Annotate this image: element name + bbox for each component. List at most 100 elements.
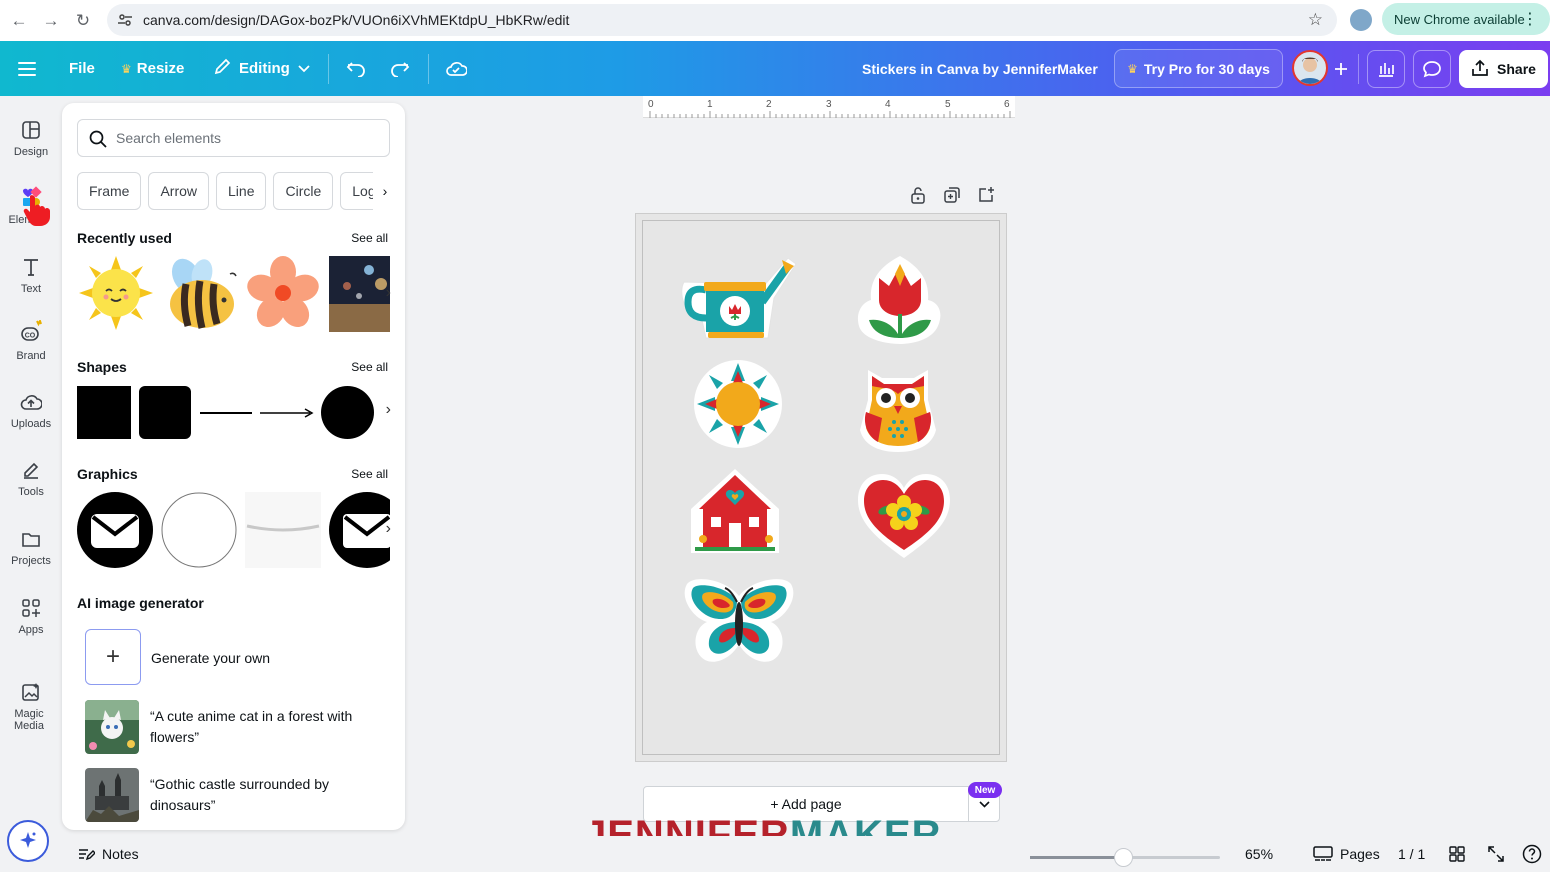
notes-button[interactable]: Notes: [77, 836, 139, 872]
brand-icon: CO: [21, 320, 42, 341]
zoom-slider[interactable]: [1030, 848, 1220, 867]
ruler-tick: 5: [945, 99, 951, 110]
recently-used-see-all[interactable]: See all: [351, 231, 388, 245]
elements-panel: Search elements Frame Arrow Line Circle Logo…: [62, 103, 405, 830]
profile-avatar[interactable]: [1350, 9, 1372, 31]
add-page-icon[interactable]: [977, 186, 995, 204]
user-avatar[interactable]: [1292, 50, 1328, 86]
tulip-sticker[interactable]: [857, 254, 943, 346]
sparkle-icon: [20, 832, 36, 848]
projects-icon: [22, 533, 40, 547]
generate-your-own-button[interactable]: +: [85, 629, 141, 685]
design-page[interactable]: [635, 213, 1007, 762]
outline-circle-graphic[interactable]: [161, 492, 237, 568]
shapes-row: [77, 385, 390, 441]
rail-item-brand[interactable]: CO Brand: [0, 320, 62, 362]
chip-circle[interactable]: Circle: [273, 172, 334, 210]
pages-button[interactable]: Pages: [1313, 836, 1380, 872]
forward-icon[interactable]: →: [38, 8, 64, 34]
rail-item-uploads[interactable]: Uploads: [0, 392, 62, 430]
envelope-circle-graphic-2[interactable]: [329, 492, 390, 568]
chip-arrow[interactable]: Arrow: [148, 172, 210, 210]
square-shape[interactable]: [77, 386, 131, 439]
lock-page-icon[interactable]: [909, 186, 927, 204]
envelope-circle-graphic[interactable]: [77, 492, 153, 568]
insights-chart-icon[interactable]: [1367, 50, 1405, 88]
rail-item-tools[interactable]: Tools: [0, 460, 62, 498]
chevron-right-icon[interactable]: ›: [386, 284, 391, 302]
sun-graphic[interactable]: [77, 254, 155, 332]
circle-shape[interactable]: [321, 386, 374, 439]
duplicate-page-icon[interactable]: [943, 186, 961, 204]
pages-icon: [1313, 846, 1333, 861]
editing-label: Editing: [239, 60, 290, 77]
share-button[interactable]: Share: [1459, 50, 1548, 88]
prompt-anime-cat[interactable]: “A cute anime cat in a forest with flowe…: [150, 706, 380, 748]
fullscreen-icon[interactable]: [1487, 836, 1505, 872]
rail-item-magic-media[interactable]: Magic Media: [0, 682, 62, 732]
editor-footer: Notes 65% Pages 1 / 1: [62, 836, 1550, 872]
file-menu-button[interactable]: File: [69, 41, 95, 96]
ruler-tick: 4: [885, 99, 891, 110]
back-icon[interactable]: ←: [6, 8, 32, 34]
chevron-right-icon[interactable]: ›: [386, 520, 391, 538]
folk-house-sticker[interactable]: [689, 467, 781, 555]
site-settings-icon[interactable]: [117, 12, 133, 28]
bee-graphic[interactable]: [164, 254, 240, 332]
new-chrome-button[interactable]: New Chrome available ⋮: [1382, 3, 1550, 35]
chevron-right-icon[interactable]: ›: [373, 172, 397, 210]
folk-flower-sticker[interactable]: [693, 359, 783, 449]
flower-graphic[interactable]: [247, 256, 319, 330]
rail-item-text[interactable]: Text: [0, 257, 62, 295]
new-chrome-label: New Chrome available: [1394, 11, 1525, 27]
bokeh-photo[interactable]: [329, 256, 390, 332]
magic-assistant-button[interactable]: [7, 820, 49, 862]
rail-item-projects[interactable]: Projects: [0, 529, 62, 567]
svg-text:CO: CO: [25, 333, 36, 340]
shapes-title: Shapes: [77, 359, 127, 375]
reload-icon[interactable]: ↻: [70, 8, 96, 34]
chevron-right-icon[interactable]: ›: [386, 401, 391, 419]
redo-icon[interactable]: [390, 41, 410, 96]
chip-line[interactable]: Line: [216, 172, 267, 210]
search-elements-input[interactable]: Search elements: [77, 119, 390, 157]
comment-icon[interactable]: [1413, 50, 1451, 88]
anime-cat-thumbnail[interactable]: [85, 700, 139, 754]
undo-icon[interactable]: [346, 41, 366, 96]
owl-sticker[interactable]: [858, 364, 938, 454]
recently-used-title: Recently used: [77, 230, 172, 246]
arrow-line-shape[interactable]: [260, 407, 315, 419]
editing-mode-button[interactable]: Editing: [213, 41, 310, 96]
address-bar[interactable]: canva.com/design/DAGox-bozPk/VUOn6iXVhME…: [107, 4, 1337, 36]
cloud-saved-icon[interactable]: [445, 41, 467, 96]
more-vert-icon[interactable]: ⋮: [1522, 9, 1538, 29]
rail-item-apps[interactable]: Apps: [0, 598, 62, 636]
try-pro-button[interactable]: ♛ Try Pro for 30 days: [1114, 49, 1283, 88]
rounded-square-shape[interactable]: [139, 386, 191, 439]
document-title[interactable]: Stickers in Canva by JenniferMaker: [862, 41, 1098, 96]
graphics-see-all[interactable]: See all: [351, 467, 388, 481]
folk-butterfly-sticker[interactable]: [683, 576, 795, 668]
help-icon[interactable]: [1522, 836, 1542, 872]
zoom-level[interactable]: 65%: [1245, 836, 1273, 872]
rail-item-design[interactable]: Design: [0, 120, 62, 158]
rail-item-elements[interactable]: Elem: [0, 186, 62, 226]
shapes-see-all[interactable]: See all: [351, 360, 388, 374]
watering-can-sticker[interactable]: [678, 252, 802, 346]
gothic-castle-thumbnail[interactable]: [85, 768, 139, 822]
apps-icon: [22, 599, 40, 617]
resize-button[interactable]: ♛ Resize: [121, 41, 184, 96]
paper-shadow-graphic[interactable]: [245, 492, 321, 568]
bookmark-star-icon[interactable]: ☆: [1308, 10, 1323, 30]
generate-your-own-label[interactable]: Generate your own: [151, 650, 270, 666]
zoom-slider-handle[interactable]: [1114, 848, 1133, 867]
folk-heart-sticker[interactable]: [856, 472, 952, 560]
prompt-gothic-castle[interactable]: “Gothic castle surrounded by dinosaurs”: [150, 774, 380, 816]
share-label: Share: [1497, 61, 1536, 77]
line-shape[interactable]: [200, 412, 252, 414]
menu-hamburger-icon[interactable]: [18, 41, 38, 96]
grid-view-icon[interactable]: [1449, 836, 1465, 872]
rail-label: Design: [13, 146, 49, 158]
add-collaborator-icon[interactable]: [1333, 41, 1349, 96]
chip-frame[interactable]: Frame: [77, 172, 142, 210]
